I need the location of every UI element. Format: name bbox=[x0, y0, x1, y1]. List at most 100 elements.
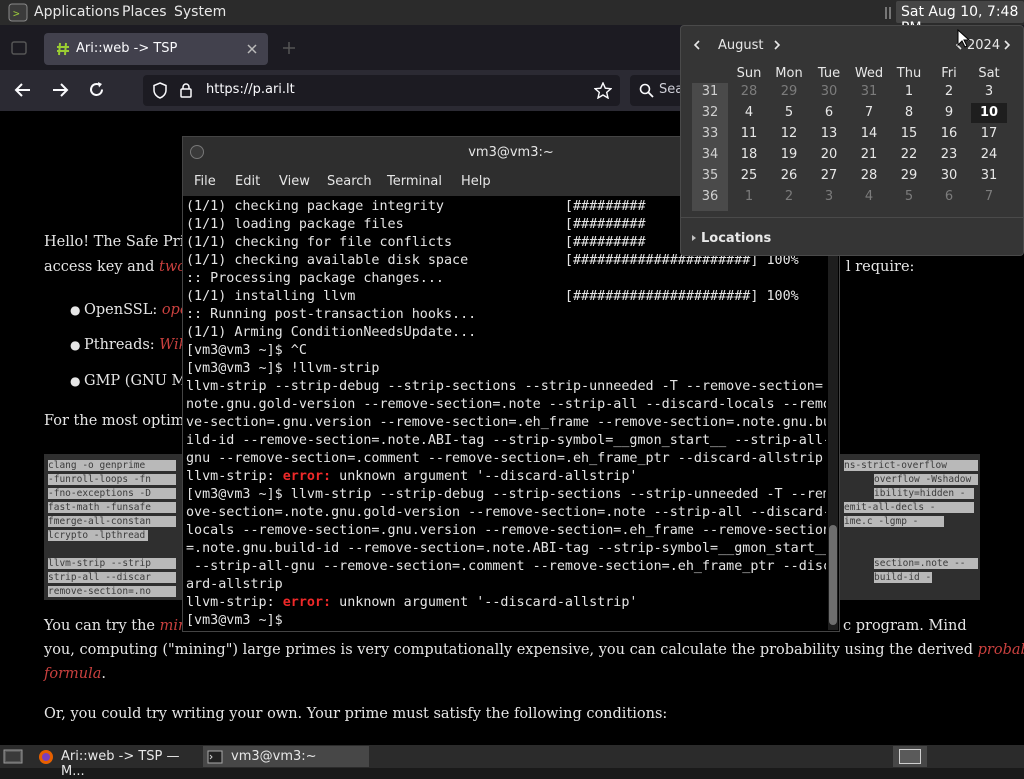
calendar-day[interactable]: 7 bbox=[851, 103, 887, 123]
calendar-day[interactable]: 20 bbox=[811, 145, 847, 165]
calendar-day[interactable]: 19 bbox=[771, 145, 807, 165]
menu-view[interactable]: View bbox=[279, 174, 310, 189]
calendar-day[interactable]: 1 bbox=[891, 82, 927, 102]
terminal-line: =.note.gnu.build-id --remove-section=.no… bbox=[186, 541, 826, 556]
week-number: 31 bbox=[701, 84, 719, 99]
calendar-day[interactable]: 2 bbox=[931, 82, 967, 102]
calendar-day[interactable]: 22 bbox=[891, 145, 927, 165]
calendar-day[interactable]: 25 bbox=[731, 166, 767, 186]
calendar-day[interactable]: 16 bbox=[931, 124, 967, 144]
weekday-header: Sat bbox=[978, 66, 1000, 81]
menu-system[interactable]: System bbox=[174, 4, 226, 20]
task-terminal[interactable]: vm3@vm3:~ bbox=[203, 746, 369, 767]
browser-tab[interactable]: Ari::web -> TSP bbox=[44, 33, 268, 65]
code-line: emit-all-decls - bbox=[844, 502, 974, 513]
workspace-1[interactable] bbox=[899, 749, 921, 764]
calendar-day[interactable]: 24 bbox=[971, 145, 1007, 165]
optimal-text: For the most optimal bbox=[44, 413, 198, 429]
calendar-day[interactable]: 12 bbox=[771, 124, 807, 144]
bookmark-star-icon[interactable] bbox=[594, 82, 612, 99]
calendar-day[interactable]: 6 bbox=[811, 103, 847, 123]
calendar-day[interactable]: 6 bbox=[931, 187, 967, 207]
url-text[interactable]: https://p.ari.lt bbox=[206, 82, 295, 97]
back-icon[interactable] bbox=[14, 82, 32, 98]
calendar-day[interactable]: 9 bbox=[931, 103, 967, 123]
task-firefox[interactable]: Ari::web -> TSP — M... bbox=[33, 746, 199, 779]
week-number: 33 bbox=[701, 126, 719, 141]
menu-places[interactable]: Places bbox=[122, 4, 167, 20]
calendar-day[interactable]: 23 bbox=[931, 145, 967, 165]
calendar-day-selected[interactable]: 10 bbox=[971, 103, 1007, 123]
clock[interactable]: Sat Aug 10, 7:48 PM bbox=[896, 1, 1024, 36]
show-desktop-icon[interactable] bbox=[3, 748, 23, 765]
calendar-day[interactable]: 4 bbox=[851, 187, 887, 207]
expand-arrow-icon[interactable] bbox=[690, 233, 698, 243]
calendar-popup: August 2024 Sun Mon Tue Wed Thu Fri Sat 31 28 29 3… bbox=[680, 25, 1024, 256]
menu-search[interactable]: Search bbox=[327, 174, 372, 189]
menu-terminal[interactable]: Terminal bbox=[387, 174, 442, 189]
calendar-day[interactable]: 14 bbox=[851, 124, 887, 144]
week-number: 36 bbox=[701, 189, 719, 204]
close-tab-icon[interactable] bbox=[246, 43, 258, 55]
url-bar[interactable]: https://p.ari.lt bbox=[143, 75, 620, 106]
code-line: -funroll-loops -fn bbox=[48, 474, 176, 485]
new-tab-icon[interactable] bbox=[282, 41, 296, 55]
calendar-day[interactable]: 2 bbox=[771, 187, 807, 207]
calendar-day[interactable]: 30 bbox=[811, 82, 847, 102]
calendar-day[interactable]: 4 bbox=[731, 103, 767, 123]
calendar-day[interactable]: 3 bbox=[971, 82, 1007, 102]
calendar-day[interactable]: 7 bbox=[971, 187, 1007, 207]
menu-file[interactable]: File bbox=[194, 174, 216, 189]
app-menu-icon[interactable]: > bbox=[8, 3, 28, 22]
calendar-day[interactable]: 15 bbox=[891, 124, 927, 144]
weekday-header: Sun bbox=[736, 66, 762, 81]
bullet-pthreads: Pthreads: Wiki bbox=[84, 337, 193, 353]
reload-icon[interactable] bbox=[88, 81, 105, 98]
tab-overview-icon[interactable] bbox=[10, 39, 28, 57]
top-panel: > Applications Places System Sat Aug 10,… bbox=[0, 0, 1024, 36]
workspace-switcher[interactable] bbox=[893, 746, 927, 767]
menu-edit[interactable]: Edit bbox=[235, 174, 260, 189]
code-line: build-id -- bbox=[874, 572, 932, 583]
prev-month-icon[interactable] bbox=[693, 39, 701, 51]
calendar-day[interactable]: 1 bbox=[731, 187, 767, 207]
calendar-day[interactable]: 21 bbox=[851, 145, 887, 165]
next-year-icon[interactable] bbox=[1003, 39, 1011, 51]
terminal-line: (1/1) installing llvm [#################… bbox=[186, 289, 799, 304]
calendar-day[interactable]: 18 bbox=[731, 145, 767, 165]
calendar-day[interactable]: 3 bbox=[811, 187, 847, 207]
calendar-day[interactable]: 5 bbox=[891, 187, 927, 207]
window-menu-icon[interactable] bbox=[189, 144, 205, 160]
calendar-day[interactable]: 11 bbox=[731, 124, 767, 144]
forward-icon[interactable] bbox=[51, 82, 69, 98]
error-label: error: bbox=[282, 469, 332, 484]
calendar-day[interactable]: 28 bbox=[731, 82, 767, 102]
lock-icon[interactable] bbox=[179, 82, 193, 99]
calendar-day[interactable]: 29 bbox=[771, 82, 807, 102]
calendar-day[interactable]: 5 bbox=[771, 103, 807, 123]
code-line: -fno-exceptions -D bbox=[48, 488, 176, 499]
menu-applications[interactable]: Applications bbox=[34, 4, 120, 20]
terminal-scrollbar[interactable] bbox=[828, 198, 838, 630]
calendar-day[interactable]: 26 bbox=[771, 166, 807, 186]
probability-link[interactable]: probability bbox=[978, 642, 1024, 658]
scrollbar-thumb[interactable] bbox=[829, 525, 837, 625]
miner-text: You can try the miner bbox=[44, 618, 203, 634]
calendar-day[interactable]: 13 bbox=[811, 124, 847, 144]
calendar-day[interactable]: 27 bbox=[811, 166, 847, 186]
calendar-day[interactable]: 30 bbox=[931, 166, 967, 186]
shield-icon[interactable] bbox=[152, 82, 168, 99]
calendar-day[interactable]: 28 bbox=[851, 166, 887, 186]
calendar-day[interactable]: 31 bbox=[851, 82, 887, 102]
terminal-icon bbox=[207, 750, 223, 764]
terminal-output[interactable]: (1/1) checking package integrity [######… bbox=[186, 198, 826, 630]
next-month-icon[interactable] bbox=[773, 39, 781, 51]
locations-label[interactable]: Locations bbox=[701, 231, 771, 246]
calendar-day[interactable]: 17 bbox=[971, 124, 1007, 144]
terminal-line: llvm-strip: error: unknown argument '--d… bbox=[186, 595, 638, 610]
calendar-day[interactable]: 8 bbox=[891, 103, 927, 123]
calendar-day[interactable]: 31 bbox=[971, 166, 1007, 186]
calendar-day[interactable]: 29 bbox=[891, 166, 927, 186]
formula-link[interactable]: formula bbox=[44, 666, 101, 682]
menu-help[interactable]: Help bbox=[461, 174, 491, 189]
